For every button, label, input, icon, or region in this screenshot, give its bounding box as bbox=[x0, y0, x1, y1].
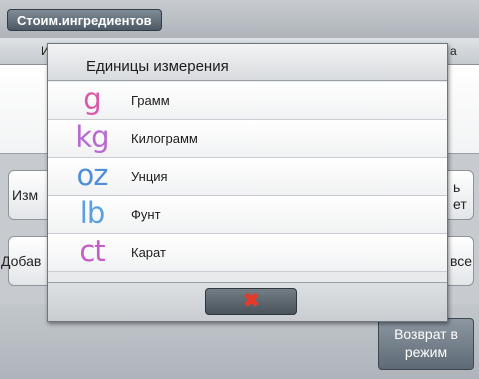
right-top-button-label: ь ет bbox=[453, 179, 467, 212]
units-dialog: Единицы измерения g Грамм kg Килограмм o… bbox=[47, 43, 448, 322]
unit-item-kilogram[interactable]: kg Килограмм bbox=[48, 120, 447, 158]
dialog-title: Единицы измерения bbox=[48, 44, 447, 81]
top-bar: Стоим.ингредиентов bbox=[0, 0, 479, 38]
unit-list: g Грамм kg Килограмм oz Унция lb Фунт ct… bbox=[48, 82, 447, 272]
add-button-label: Добав bbox=[1, 253, 42, 269]
carat-icon: ct bbox=[79, 234, 105, 268]
close-icon: ✖ bbox=[243, 290, 260, 312]
gram-icon: g bbox=[83, 82, 101, 116]
kilogram-icon: kg bbox=[75, 120, 109, 154]
clear-all-button-label: все bbox=[450, 253, 473, 269]
dialog-footer: ✖ bbox=[48, 282, 447, 321]
unit-label: Унция bbox=[131, 169, 168, 184]
cancel-button[interactable]: ✖ bbox=[205, 288, 297, 315]
edit-button-label: Изм bbox=[12, 187, 39, 203]
unit-label: Грамм bbox=[131, 93, 170, 108]
unit-item-carat[interactable]: ct Карат bbox=[48, 234, 447, 272]
unit-label: Килограмм bbox=[131, 131, 198, 146]
unit-label: Карат bbox=[131, 245, 166, 260]
unit-item-ounce[interactable]: oz Унция bbox=[48, 158, 447, 196]
mode-title-button[interactable]: Стоим.ингредиентов bbox=[7, 9, 162, 31]
unit-item-pound[interactable]: lb Фунт bbox=[48, 196, 447, 234]
pound-icon: lb bbox=[79, 196, 105, 230]
column-header-right: а bbox=[450, 44, 457, 58]
unit-item-gram[interactable]: g Грамм bbox=[48, 82, 447, 120]
unit-label: Фунт bbox=[131, 207, 161, 222]
return-to-mode-button[interactable]: Возврат в режим bbox=[378, 318, 474, 370]
ounce-icon: oz bbox=[76, 158, 109, 192]
